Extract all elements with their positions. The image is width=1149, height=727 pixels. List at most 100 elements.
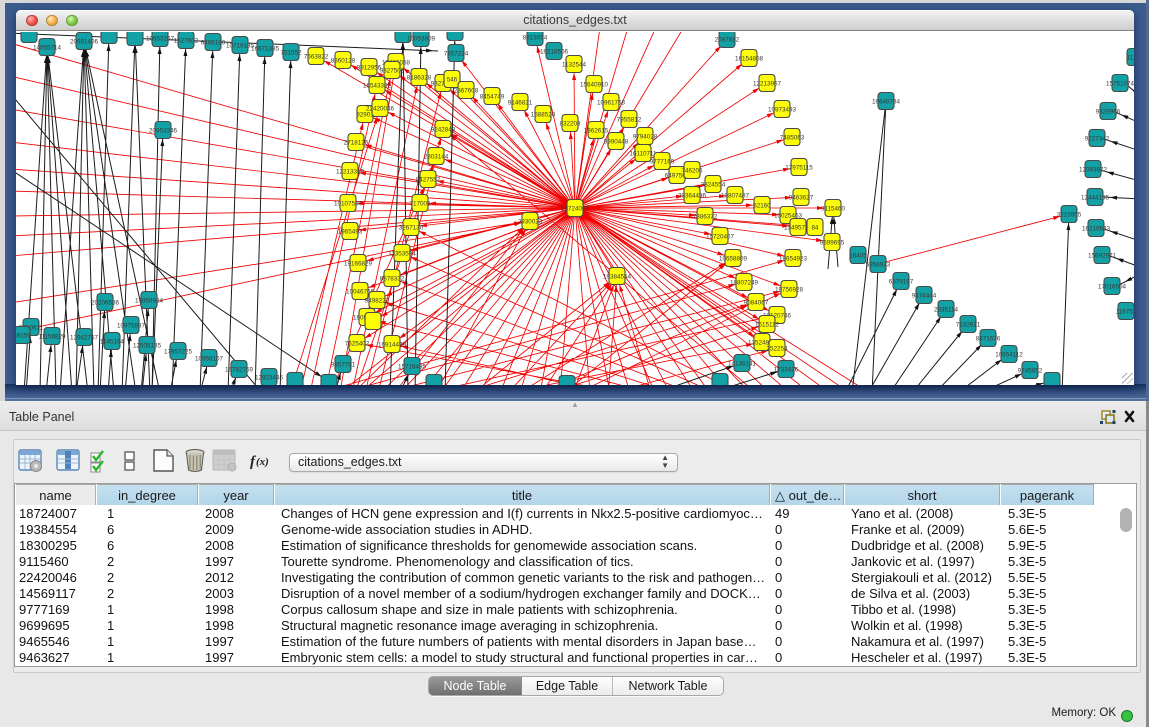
svg-text:15692971: 15692971 <box>1088 252 1117 259</box>
svg-text:9327505: 9327505 <box>380 67 405 74</box>
svg-text:15640910: 15640910 <box>580 81 609 88</box>
svg-text:9245652: 9245652 <box>1018 367 1043 374</box>
svg-text:8878332: 8878332 <box>380 275 405 282</box>
svg-text:7857224: 7857224 <box>444 50 469 57</box>
svg-text:10654112: 10654112 <box>995 351 1023 358</box>
svg-text:12942757: 12942757 <box>70 334 99 341</box>
svg-text:2867608: 2867608 <box>454 87 479 94</box>
svg-text:6466160: 6466160 <box>201 39 226 46</box>
svg-text:10053809: 10053809 <box>407 35 436 42</box>
svg-text:8471676: 8471676 <box>976 335 1001 342</box>
svg-text:10973493: 10973493 <box>768 106 797 113</box>
svg-text:8454749: 8454749 <box>480 93 505 100</box>
svg-text:20206536: 20206536 <box>91 299 120 306</box>
svg-text:9777169: 9777169 <box>650 158 675 165</box>
svg-text:7663822: 7663822 <box>304 53 329 60</box>
svg-text:1733426: 1733426 <box>774 366 799 373</box>
svg-text:3215955: 3215955 <box>1057 211 1082 218</box>
svg-text:3267130: 3267130 <box>399 224 424 231</box>
svg-text:8186328: 8186328 <box>407 74 432 81</box>
svg-text:16405: 16405 <box>849 252 867 259</box>
svg-text:2930023: 2930023 <box>518 218 543 225</box>
svg-text:15751074: 15751074 <box>1106 80 1134 87</box>
svg-text:16914479: 16914479 <box>378 341 407 348</box>
svg-text:9242848: 9242848 <box>431 126 456 133</box>
svg-text:16154808: 16154808 <box>735 55 764 62</box>
svg-text:18724007: 18724007 <box>561 205 590 212</box>
svg-text:751552: 751552 <box>280 49 302 56</box>
svg-text:17957225: 17957225 <box>164 348 193 355</box>
svg-text:9857791: 9857791 <box>331 361 356 368</box>
svg-text:1527602: 1527602 <box>174 37 199 44</box>
svg-text:11353594: 11353594 <box>388 250 416 257</box>
svg-text:8427552: 8427552 <box>416 176 441 183</box>
svg-text:7632621: 7632621 <box>956 321 981 328</box>
svg-text:9474444: 9474444 <box>912 292 937 299</box>
svg-text:832203: 832203 <box>559 120 581 127</box>
svg-text:546: 546 <box>447 76 458 83</box>
svg-text:8813054: 8813054 <box>523 34 548 41</box>
svg-text:12213319: 12213319 <box>336 168 365 175</box>
svg-text:14055714: 14055714 <box>33 44 62 51</box>
svg-text:10658809: 10658809 <box>719 255 748 262</box>
svg-text:16782759: 16782759 <box>225 366 254 373</box>
svg-text:20953346: 20953346 <box>149 127 178 134</box>
svg-text:7955812: 7955812 <box>617 116 642 123</box>
svg-text:12213967: 12213967 <box>753 80 782 87</box>
svg-text:10961758: 10961758 <box>597 99 626 106</box>
svg-text:15720407: 15720407 <box>706 233 735 240</box>
svg-text:7485063: 7485063 <box>780 134 805 141</box>
svg-text:16210643: 16210643 <box>1082 225 1111 232</box>
svg-text:14136141: 14136141 <box>728 360 757 367</box>
svg-text:1615112: 1615112 <box>755 321 780 328</box>
svg-text:39159: 39159 <box>16 332 31 339</box>
svg-text:5958923: 5958923 <box>866 261 891 268</box>
svg-text:252254: 252254 <box>766 345 788 352</box>
svg-text:17016504: 17016504 <box>1098 283 1127 290</box>
svg-text:17859924: 17859924 <box>135 297 164 304</box>
svg-text:20691406: 20691406 <box>70 38 99 45</box>
svg-text:1362615: 1362615 <box>584 127 609 134</box>
svg-text:1145194: 1145194 <box>100 338 125 345</box>
svg-text:16543382: 16543382 <box>363 82 392 89</box>
svg-text:12444135: 12444135 <box>1081 194 1110 201</box>
svg-text:62160: 62160 <box>753 202 771 209</box>
svg-text:7625402: 7625402 <box>345 340 370 347</box>
svg-text:10958107: 10958107 <box>195 355 224 362</box>
svg-text:19756928: 19756928 <box>775 286 804 293</box>
svg-text:10975887: 10975887 <box>117 322 146 329</box>
svg-text:2935114: 2935114 <box>934 306 959 313</box>
svg-text:12505135: 12505135 <box>133 342 162 349</box>
svg-text:9146821: 9146821 <box>508 99 533 106</box>
svg-text:20364436: 20364436 <box>678 192 707 199</box>
svg-text:3824554: 3824554 <box>701 181 726 188</box>
svg-text:10807487: 10807487 <box>721 192 750 199</box>
svg-text:9794028: 9794028 <box>633 133 658 140</box>
svg-text:17975115: 17975115 <box>785 164 813 171</box>
svg-text:19166829: 19166829 <box>344 260 373 267</box>
svg-text:2803144: 2803144 <box>424 153 449 160</box>
svg-text:7386372: 7386372 <box>693 213 718 220</box>
svg-text:2087682: 2087682 <box>715 36 740 43</box>
svg-text:9227342: 9227342 <box>1085 135 1110 142</box>
svg-text:16648784: 16648784 <box>872 98 901 105</box>
svg-text:12923446: 12923446 <box>255 374 284 381</box>
svg-text:9115460: 9115460 <box>821 205 846 212</box>
svg-text:6379197: 6379197 <box>889 278 914 285</box>
svg-text:8990448: 8990448 <box>604 138 629 145</box>
svg-text:116753: 116753 <box>1116 308 1134 315</box>
svg-text:11156829: 11156829 <box>38 333 66 340</box>
svg-text:22420046: 22420046 <box>366 105 395 112</box>
svg-text:1965493: 1965493 <box>338 228 363 235</box>
svg-text:2718126: 2718126 <box>344 139 369 146</box>
svg-text:9084067: 9084067 <box>744 299 769 306</box>
svg-text:1588520: 1588520 <box>531 111 556 118</box>
svg-text:(x): (x) <box>256 456 269 468</box>
svg-text:11172: 11172 <box>1127 54 1134 61</box>
svg-text:9498222: 9498222 <box>365 297 390 304</box>
svg-text:84: 84 <box>811 224 819 231</box>
svg-text:19218506: 19218506 <box>540 48 569 55</box>
svg-text:15716485: 15716485 <box>398 363 427 370</box>
svg-text:16671385: 16671385 <box>251 45 280 52</box>
svg-text:18807249: 18807249 <box>730 279 759 286</box>
